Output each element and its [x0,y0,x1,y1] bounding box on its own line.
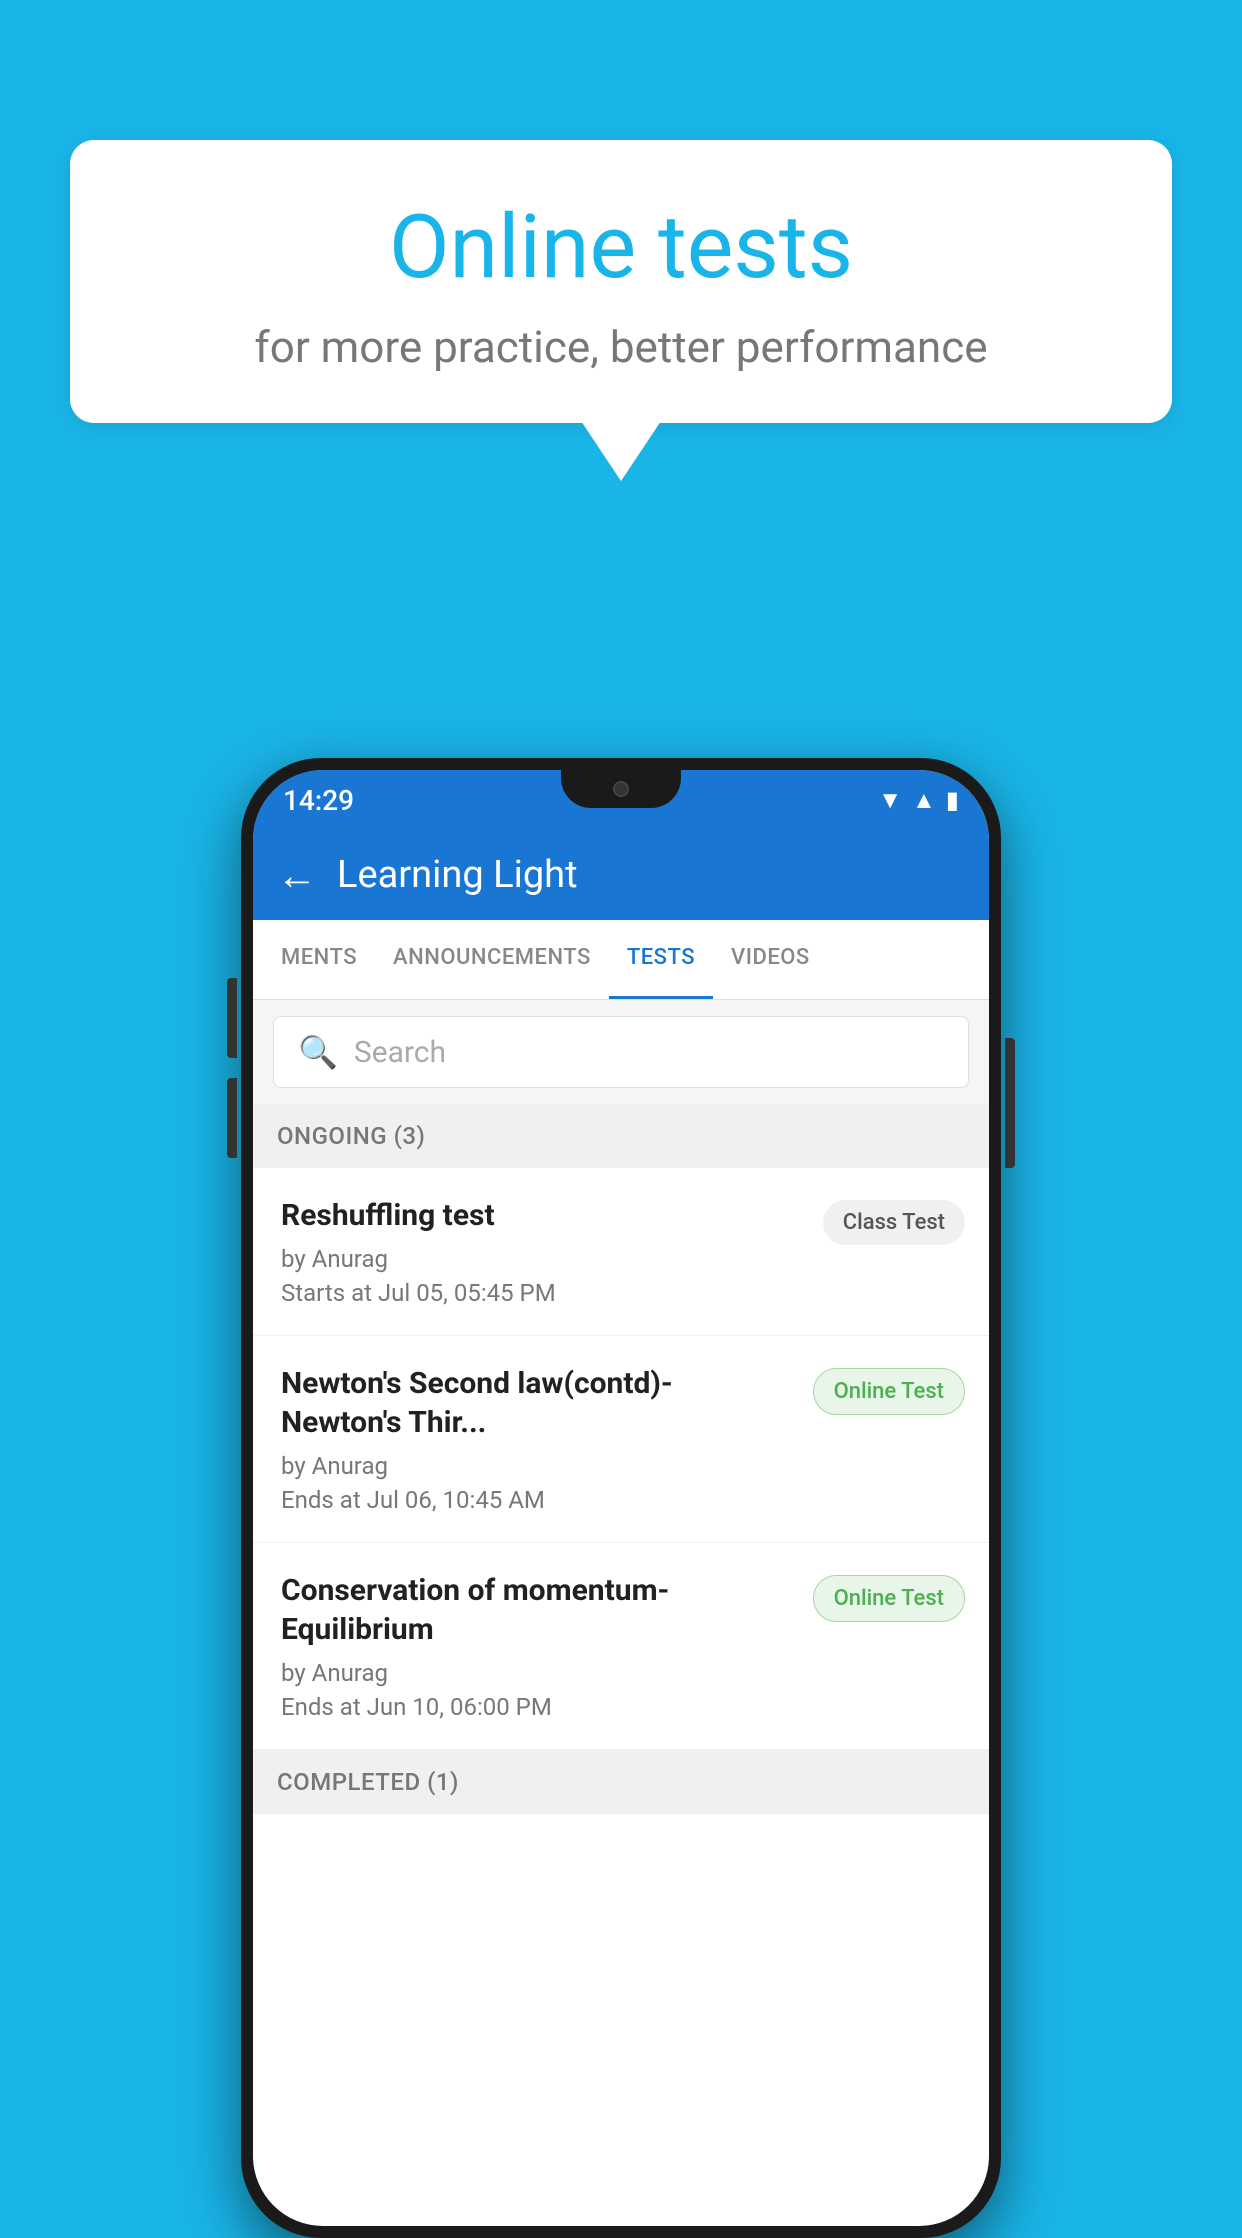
test-badge-1: Class Test [823,1200,965,1245]
tab-ments[interactable]: MENTS [263,919,375,999]
completed-section-header: COMPLETED (1) [253,1750,989,1814]
test-date-3: Ends at Jun 10, 06:00 PM [281,1693,793,1721]
notch [561,770,681,808]
status-bar: 14:29 ▼ ▲ ▮ [253,770,989,830]
camera [613,781,629,797]
test-name-3: Conservation of momentum-Equilibrium [281,1571,793,1649]
tab-videos[interactable]: VIDEOS [713,919,828,999]
test-name-1: Reshuffling test [281,1196,803,1235]
test-item-3[interactable]: Conservation of momentum-Equilibrium by … [253,1543,989,1750]
test-author-2: by Anurag [281,1452,793,1480]
test-item-1[interactable]: Reshuffling test by Anurag Starts at Jul… [253,1168,989,1336]
test-info-1: Reshuffling test by Anurag Starts at Jul… [281,1196,823,1307]
search-placeholder: Search [354,1035,446,1070]
power-button [1005,1038,1015,1168]
search-bar-container: 🔍 Search [253,1000,989,1104]
test-badge-2: Online Test [813,1368,965,1415]
back-button[interactable]: ← [277,852,317,899]
phone-frame: 14:29 ▼ ▲ ▮ ← Learning Light MENTS ANNOU… [241,758,1001,2238]
volume-down-button [227,1078,237,1158]
phone-screen: 14:29 ▼ ▲ ▮ ← Learning Light MENTS ANNOU… [253,770,989,2226]
status-time: 14:29 [283,784,354,817]
search-bar[interactable]: 🔍 Search [273,1016,969,1088]
test-badge-3: Online Test [813,1575,965,1622]
test-author-1: by Anurag [281,1245,803,1273]
test-item-2[interactable]: Newton's Second law(contd)-Newton's Thir… [253,1336,989,1543]
test-info-2: Newton's Second law(contd)-Newton's Thir… [281,1364,813,1514]
wifi-icon: ▼ [878,786,902,815]
battery-icon: ▮ [946,786,959,814]
test-date-1: Starts at Jul 05, 05:45 PM [281,1279,803,1307]
status-icons: ▼ ▲ ▮ [878,786,959,815]
speech-bubble-container: Online tests for more practice, better p… [70,140,1172,481]
tabs-container: MENTS ANNOUNCEMENTS TESTS VIDEOS [253,920,989,1000]
test-info-3: Conservation of momentum-Equilibrium by … [281,1571,813,1721]
ongoing-section-header: ONGOING (3) [253,1104,989,1168]
test-date-2: Ends at Jul 06, 10:45 AM [281,1486,793,1514]
test-author-3: by Anurag [281,1659,793,1687]
tab-announcements[interactable]: ANNOUNCEMENTS [375,919,609,999]
bubble-title: Online tests [130,200,1112,297]
volume-up-button [227,978,237,1058]
app-bar: ← Learning Light [253,830,989,920]
bubble-subtitle: for more practice, better performance [130,321,1112,373]
bubble-tail [581,421,661,481]
tab-tests[interactable]: TESTS [609,919,713,999]
speech-bubble: Online tests for more practice, better p… [70,140,1172,423]
signal-icon: ▲ [912,786,936,815]
test-name-2: Newton's Second law(contd)-Newton's Thir… [281,1364,793,1442]
app-bar-title: Learning Light [337,853,578,897]
search-icon: 🔍 [298,1033,338,1071]
